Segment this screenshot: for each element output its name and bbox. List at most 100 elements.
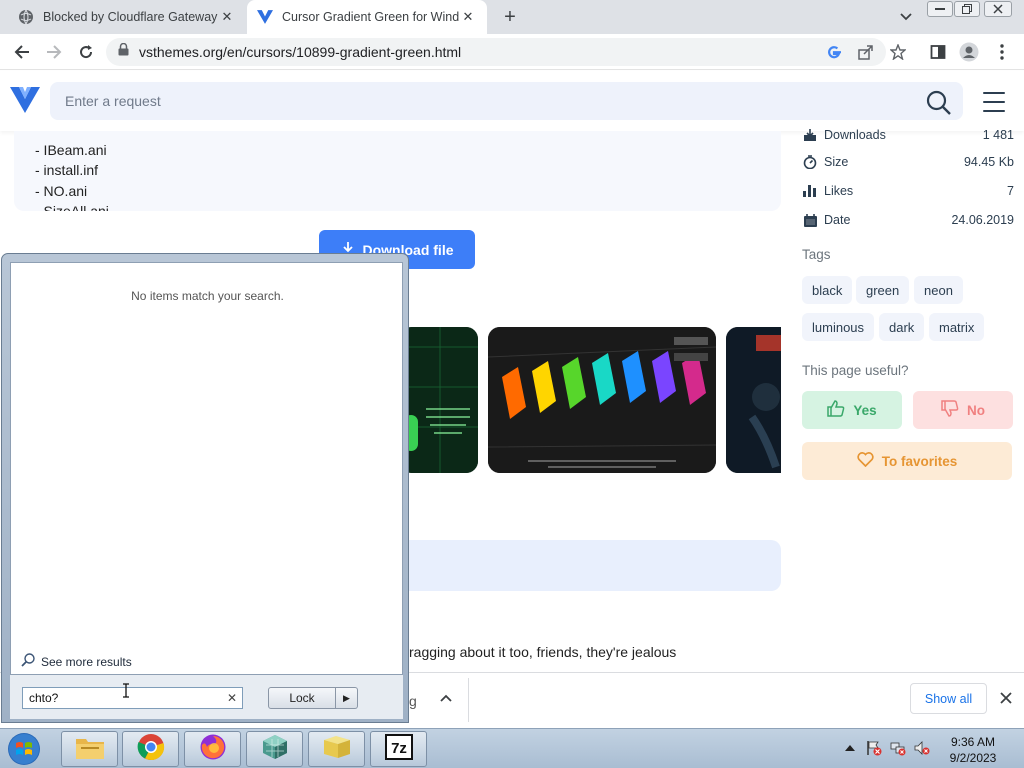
hamburger-menu-icon[interactable] (983, 92, 1005, 112)
close-shelf-icon[interactable] (996, 688, 1016, 708)
to-favorites-button[interactable]: To favorites (802, 442, 1012, 480)
close-window-button[interactable] (984, 1, 1012, 17)
tag-black[interactable]: black (802, 276, 853, 304)
tab-strip: Blocked by Cloudflare Gateway ✕ Cursor G… (0, 0, 1024, 34)
close-tab-icon[interactable]: ✕ (218, 8, 236, 26)
start-search-input[interactable]: chto? ✕ (22, 687, 243, 709)
info-value: 24.06.2019 (951, 213, 1014, 227)
restore-window-button[interactable] (954, 1, 980, 17)
google-icon[interactable] (824, 42, 844, 62)
globe-icon (18, 9, 34, 25)
screenshot-thumbnail[interactable] (488, 327, 716, 473)
list-item: - SizeAll.ani (35, 203, 109, 211)
info-row-likes: Likes 7 (802, 180, 1014, 202)
file-explorer-icon (75, 734, 105, 765)
site-search-placeholder: Enter a request (65, 93, 161, 109)
chrome-icon (137, 733, 165, 766)
search-icon[interactable] (926, 90, 952, 116)
site-header: Enter a request (0, 71, 1024, 131)
screenshot-thumbnail[interactable] (726, 327, 781, 473)
taskbar-file-explorer[interactable] (61, 731, 118, 767)
text-cursor-icon (122, 683, 130, 698)
system-clock[interactable]: 9:36 AM 9/2/2023 (938, 734, 1008, 766)
tags-heading: Tags (802, 247, 831, 262)
taskbar-folder[interactable] (308, 731, 365, 767)
no-results-message: No items match your search. (131, 289, 284, 303)
useful-heading: This page useful? (802, 363, 909, 378)
volume-muted-icon[interactable] (914, 740, 930, 756)
bookmark-star-icon[interactable] (888, 42, 908, 62)
network-status-icon[interactable] (890, 740, 906, 756)
power-options-arrow-icon[interactable]: ▶ (336, 687, 358, 709)
chrome-menu-icon[interactable] (992, 42, 1012, 62)
tag-green[interactable]: green (856, 276, 910, 304)
windows-start-orb-icon[interactable] (5, 731, 43, 767)
tag-luminous[interactable]: luminous (802, 313, 875, 341)
forward-arrow-icon[interactable] (42, 40, 66, 64)
clock-time: 9:36 AM (950, 735, 996, 749)
info-value: 94.45 Kb (963, 155, 1014, 169)
vote-yes-label: Yes (853, 402, 877, 418)
file-list: - - IBeam.ani - install.inf - NO.ani - S… (35, 131, 109, 211)
lock-icon[interactable] (118, 42, 129, 61)
vote-no-button[interactable]: No (913, 391, 1013, 429)
folder-icon (322, 734, 352, 765)
reload-icon[interactable] (74, 40, 98, 64)
svg-text:7z: 7z (391, 740, 407, 757)
close-tab-icon[interactable]: ✕ (459, 8, 477, 26)
info-label: Likes (824, 184, 854, 198)
tab-title: Cursor Gradient Green for Windows (282, 10, 459, 24)
chevron-up-icon[interactable] (437, 689, 455, 707)
magnifier-icon (21, 653, 35, 670)
show-hidden-icons-arrow-icon[interactable] (844, 742, 856, 754)
taskbar-firefox[interactable] (184, 731, 241, 767)
scale-icon (802, 154, 818, 170)
tab-search-chevron-icon[interactable] (895, 6, 917, 28)
vsthemes-logo[interactable] (10, 87, 40, 113)
lock-button[interactable]: Lock (268, 687, 336, 709)
tag-neon[interactable]: neon (914, 276, 963, 304)
download-item-name[interactable]: g (409, 693, 417, 709)
info-value: 1 481 (982, 128, 1014, 142)
taskbar-chrome[interactable] (122, 731, 179, 767)
start-menu-bottom-bar: chto? ✕ Lock ▶ (10, 675, 403, 719)
tab-title: Blocked by Cloudflare Gateway (43, 10, 218, 24)
comment-input-box[interactable] (400, 540, 781, 591)
see-more-label: See more results (41, 654, 132, 669)
shelf-divider (468, 678, 469, 722)
tab-blocked-cloudflare[interactable]: Blocked by Cloudflare Gateway ✕ (8, 0, 246, 34)
download-icon (802, 127, 818, 143)
start-menu: No items match your search. See more res… (1, 253, 409, 723)
vote-no-label: No (967, 402, 985, 418)
side-panel-icon[interactable] (928, 42, 948, 62)
tag-matrix[interactable]: matrix (929, 313, 985, 341)
taskbar-7zip[interactable]: 7z (370, 731, 427, 767)
screenshot-thumbnail[interactable] (400, 327, 478, 473)
new-tab-button[interactable]: + (498, 5, 522, 29)
minimize-window-button[interactable] (927, 1, 953, 17)
tag-dark[interactable]: dark (879, 313, 925, 341)
info-label: Size (824, 155, 849, 169)
profile-avatar-icon[interactable] (959, 42, 979, 62)
show-all-downloads-button[interactable]: Show all (910, 683, 987, 714)
back-arrow-icon[interactable] (10, 40, 34, 64)
bar-chart-icon (802, 183, 818, 199)
vote-yes-button[interactable]: Yes (802, 391, 902, 429)
site-search-input[interactable]: Enter a request (50, 82, 963, 120)
see-more-results-link[interactable]: See more results (21, 653, 132, 670)
network-cube-icon (260, 733, 290, 766)
address-bar[interactable]: vsthemes.org/en/cursors/10899-gradient-g… (106, 38, 886, 66)
info-row-size: Size 94.45 Kb (802, 151, 1014, 173)
tab-cursor-gradient-green[interactable]: Cursor Gradient Green for Windows ✕ (247, 0, 487, 34)
taskbar: 7z 9:36 AM 9/2/2023 (0, 728, 1024, 768)
firefox-icon (199, 733, 227, 766)
list-item: - NO.ani (35, 182, 88, 199)
vsthemes-logo-icon (257, 9, 273, 25)
action-center-flag-icon[interactable] (866, 740, 882, 756)
heart-icon (857, 452, 874, 470)
taskbar-network-app[interactable] (246, 731, 303, 767)
info-value: 7 (1007, 184, 1014, 198)
clear-search-icon[interactable]: ✕ (227, 691, 237, 705)
thumbs-up-icon (827, 400, 845, 420)
share-icon[interactable] (856, 42, 876, 62)
